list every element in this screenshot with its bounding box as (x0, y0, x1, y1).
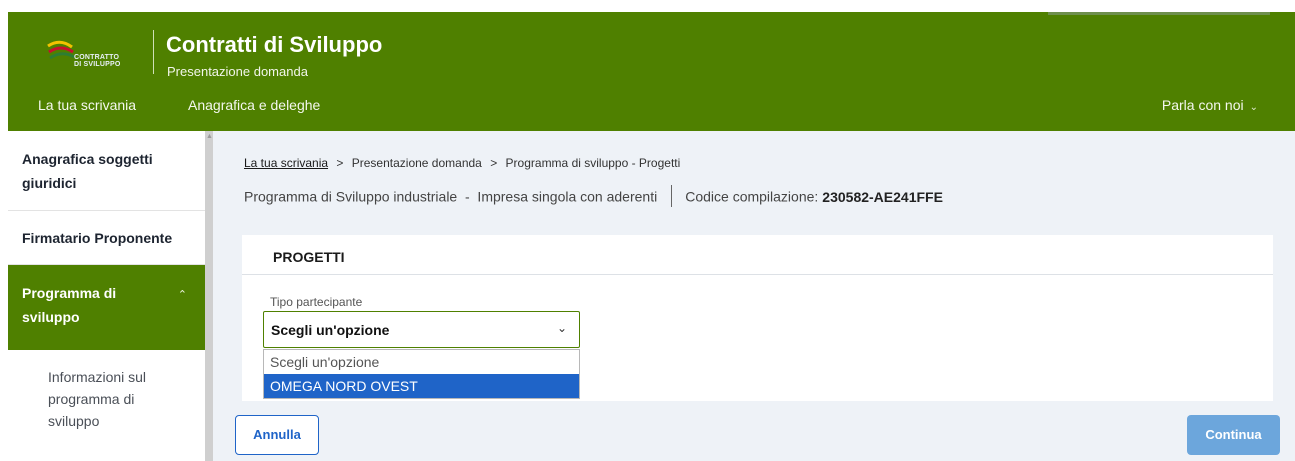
tipo-partecipante-dropdown: Scegli un'opzione OMEGA NORD OVEST (263, 349, 580, 399)
progetti-card: PROGETTI Tipo partecipante Scegli un'opz… (242, 235, 1273, 401)
logo-text: CONTRATTO DI SVILUPPO (74, 54, 121, 68)
tipo-partecipante-select[interactable]: Scegli un'opzione ⌄ (263, 311, 580, 348)
nav-anagrafica-deleghe[interactable]: Anagrafica e deleghe (188, 97, 320, 113)
scroll-up-arrow-icon[interactable]: ▲ (206, 133, 213, 140)
main-content: La tua scrivania > Presentazione domanda… (213, 131, 1295, 461)
sidebar-scrollbar[interactable]: ▲ (205, 131, 213, 461)
header-top-line (1048, 12, 1270, 15)
breadcrumb: La tua scrivania > Presentazione domanda… (244, 156, 680, 170)
program-description: Programma di Sviluppo industriale - Impr… (244, 188, 658, 205)
sidebar-subitem-informazioni[interactable]: Informazioni sul programma di sviluppo (48, 366, 188, 432)
breadcrumb-separator: > (336, 156, 344, 170)
card-title: PROGETTI (273, 249, 345, 265)
sidebar-item-anagrafica[interactable]: Anagrafica soggetti giuridici (8, 131, 205, 211)
sidebar-item-label: Firmatario Proponente (22, 230, 173, 246)
contratto-di-sviluppo-logo[interactable]: CONTRATTO DI SVILUPPO (46, 40, 122, 70)
parla-con-noi-menu[interactable]: Parla con noi ⌄ (1162, 97, 1258, 113)
card-divider (242, 274, 1273, 275)
select-value: Scegli un'opzione (271, 322, 390, 338)
program-info: Programma di Sviluppo industriale - Impr… (244, 185, 943, 209)
chevron-down-icon: ⌄ (556, 321, 567, 335)
sidebar-item-label: Programma di sviluppo (22, 285, 117, 325)
chevron-up-icon: ⌃ (177, 289, 187, 301)
tipo-partecipante-label: Tipo partecipante (270, 295, 363, 309)
annulla-button[interactable]: Annulla (235, 415, 319, 455)
chevron-down-icon: ⌄ (1249, 102, 1258, 113)
sidebar-item-programma[interactable]: Programma di sviluppo ⌃ (8, 265, 205, 350)
code-label: Codice compilazione: (685, 188, 819, 205)
app-title: Contratti di Sviluppo (166, 32, 383, 57)
breadcrumb-item: Presentazione domanda (351, 156, 482, 170)
sidebar-item-firmatario[interactable]: Firmatario Proponente (8, 211, 205, 265)
nav-la-tua-scrivania[interactable]: La tua scrivania (38, 97, 136, 113)
app-header: CONTRATTO DI SVILUPPO Contratti di Svilu… (8, 12, 1295, 131)
breadcrumb-current: Programma di sviluppo - Progetti (505, 156, 681, 170)
program-info-divider (671, 185, 673, 207)
sidebar-item-label: Anagrafica soggetti giuridici (22, 151, 153, 191)
code-value: 230582-AE241FFE (822, 188, 943, 205)
dropdown-option-highlighted[interactable]: OMEGA NORD OVEST (264, 374, 579, 398)
app-subtitle: Presentazione domanda (167, 64, 308, 79)
breadcrumb-link-scrivania[interactable]: La tua scrivania (244, 156, 328, 170)
continua-button[interactable]: Continua (1187, 415, 1280, 455)
parla-con-noi-label: Parla con noi (1161, 97, 1244, 113)
sidebar: Anagrafica soggetti giuridici Firmatario… (8, 131, 205, 461)
breadcrumb-separator: > (490, 156, 498, 170)
dropdown-option[interactable]: Scegli un'opzione (264, 350, 579, 374)
logo-divider (153, 30, 154, 74)
